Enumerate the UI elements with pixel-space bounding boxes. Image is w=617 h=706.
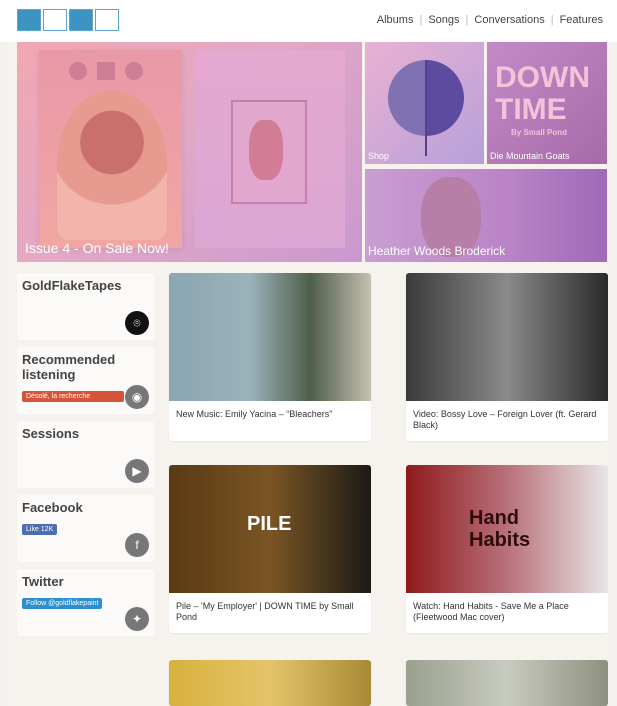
sidebar-recommended[interactable]: Recommended listening Désolé, la recherc…: [17, 347, 154, 414]
post-image: PILE: [169, 465, 371, 593]
downtime-title-line2: TIME: [495, 93, 567, 126]
circle-shape: [69, 62, 87, 80]
play-icon[interactable]: ▶: [125, 459, 149, 483]
sidebar-goldflake[interactable]: GoldFlakeTapes ⌾: [17, 273, 154, 340]
post-card[interactable]: [169, 660, 371, 706]
downtime-title: DOWN TIME: [495, 62, 590, 126]
site-logo[interactable]: [17, 9, 119, 31]
post-title[interactable]: New Music: Emily Yacina – “Bleachers”: [176, 409, 364, 420]
post-image: [169, 660, 371, 706]
square-shape: [97, 62, 115, 80]
post-title[interactable]: Video: Bossy Love – Foreign Lover (ft. G…: [413, 409, 601, 431]
post-card[interactable]: PILE Pile – 'My Employer' | DOWN TIME by…: [169, 465, 371, 633]
post-image: [169, 273, 371, 401]
hero-caption: Issue 4 - On Sale Now!: [25, 240, 169, 256]
logo-block-4: [95, 9, 119, 31]
nav-separator: |: [550, 14, 554, 26]
post-card[interactable]: [406, 660, 608, 706]
logo-block-1: [17, 9, 41, 31]
downtime-caption: Die Mountain Goats: [490, 151, 570, 161]
hand-habits-line1: Hand: [469, 507, 519, 529]
recommended-button[interactable]: Désolé, la recherche: [22, 391, 124, 402]
post-card[interactable]: New Music: Emily Yacina – “Bleachers”: [169, 273, 371, 441]
circle-shape: [125, 62, 143, 80]
hero-issue4[interactable]: Issue 4 - On Sale Now!: [17, 42, 362, 262]
post-title[interactable]: Watch: Hand Habits - Save Me a Place (Fl…: [413, 601, 601, 623]
downtime-tile[interactable]: DOWN TIME By Small Pond Die Mountain Goa…: [487, 42, 607, 164]
pile-text: PILE: [247, 513, 292, 535]
spotify-icon[interactable]: ◉: [125, 385, 149, 409]
figure-image: [249, 120, 283, 180]
post-image: Hand Habits: [406, 465, 608, 593]
facebook-icon[interactable]: f: [125, 533, 149, 557]
sidebar-twitter-title: Twitter: [22, 574, 64, 589]
portrait-image: [57, 90, 167, 240]
cover-shapes: [69, 62, 143, 80]
twitter-follow-button[interactable]: Follow @goldflakepaint: [22, 598, 103, 609]
sidebar-sessions[interactable]: Sessions ▶: [17, 421, 154, 488]
logo-block-3: [69, 9, 93, 31]
nav-features[interactable]: Features: [560, 14, 603, 26]
downtime-title-line1: DOWN: [495, 61, 590, 94]
nav-separator: |: [465, 14, 469, 26]
sidebar-goldflake-title: GoldFlakeTapes: [22, 278, 122, 293]
post-card[interactable]: Hand Habits Watch: Hand Habits - Save Me…: [406, 465, 608, 633]
sidebar-facebook[interactable]: Facebook Like 12K f: [17, 495, 154, 562]
sidebar-recommended-title: Recommended listening: [22, 352, 116, 382]
tapes-logo-icon: ⌾: [125, 311, 149, 335]
nav-songs[interactable]: Songs: [428, 14, 459, 26]
shop-line-image: [425, 60, 427, 156]
shop-tile[interactable]: Shop: [365, 42, 484, 164]
main-nav: Albums | Songs | Conversations | Feature…: [377, 14, 603, 26]
facebook-like-button[interactable]: Like 12K: [22, 524, 58, 535]
site-header: Albums | Songs | Conversations | Feature…: [0, 0, 617, 42]
hand-habits-line2: Habits: [469, 529, 531, 551]
heather-caption: Heather Woods Broderick: [368, 244, 506, 258]
sidebar-twitter[interactable]: Twitter Follow @goldflakepaint ✦: [17, 569, 154, 636]
shop-caption: Shop: [368, 151, 390, 161]
twitter-icon[interactable]: ✦: [125, 607, 149, 631]
nav-separator: |: [419, 14, 423, 26]
post-image: [406, 660, 608, 706]
hand-habits-text: Hand Habits: [469, 507, 530, 551]
nav-albums[interactable]: Albums: [377, 14, 414, 26]
sidebar-facebook-title: Facebook: [22, 500, 83, 515]
post-title[interactable]: Pile – 'My Employer' | DOWN TIME by Smal…: [176, 601, 364, 623]
heather-tile[interactable]: Heather Woods Broderick: [365, 169, 607, 262]
magazine-cover-right: [195, 50, 345, 248]
logo-block-2: [43, 9, 67, 31]
post-card[interactable]: Video: Bossy Love – Foreign Lover (ft. G…: [406, 273, 608, 441]
nav-conversations[interactable]: Conversations: [474, 14, 544, 26]
sidebar-sessions-title: Sessions: [22, 426, 80, 441]
downtime-subtitle: By Small Pond: [511, 128, 568, 137]
post-image: [406, 273, 608, 401]
